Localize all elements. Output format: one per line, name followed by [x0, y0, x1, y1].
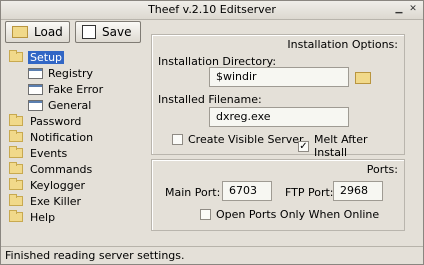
title-bar[interactable]: Theef v.2.10 Editserver ▁ ✕ [1, 1, 423, 20]
close-icon[interactable]: ✕ [407, 4, 419, 15]
folder-icon [9, 178, 23, 190]
panel-title: Ports: [366, 163, 398, 176]
tree-label: Keylogger [30, 178, 85, 192]
document-icon [28, 83, 43, 95]
folder-icon [9, 194, 23, 206]
tree-item-events[interactable]: Events [9, 145, 67, 161]
tree-item-password[interactable]: Password [9, 113, 81, 129]
tree-label: Notification [30, 130, 94, 144]
tree-item-notification[interactable]: Notification [9, 129, 93, 145]
checkbox-label: Melt After Install [313, 133, 368, 159]
tree-item-exe-killer[interactable]: Exe Killer [9, 193, 81, 209]
tree-label: Events [30, 146, 68, 160]
tree-item-registry[interactable]: Registry [28, 65, 93, 81]
folder-icon [9, 114, 23, 126]
ftp-port-field[interactable]: 2968 [333, 181, 383, 201]
tree-item-commands[interactable]: Commands [9, 161, 92, 177]
checkmark-icon: ✓ [298, 140, 309, 152]
main-port-label: Main Port: [165, 186, 221, 199]
tree-label: Commands [30, 162, 93, 176]
folder-icon [9, 210, 23, 222]
tree-label: Help [30, 210, 56, 224]
tree-label: Exe Killer [30, 194, 82, 208]
tree-item-setup[interactable]: Setup [9, 49, 65, 65]
checkbox-label: Create Visible Server [188, 133, 304, 146]
tree-label: Password [30, 114, 82, 128]
main-port-field[interactable]: 6703 [222, 181, 272, 201]
document-icon [28, 67, 43, 79]
melt-after-install-checkbox[interactable]: ✓ Melt After Install [298, 133, 404, 159]
floppy-icon [82, 25, 96, 39]
status-bar: Finished reading server settings. [1, 246, 423, 263]
document-icon [28, 99, 43, 111]
ftp-port-label: FTP Port: [285, 186, 334, 199]
folder-open-icon [12, 26, 28, 38]
save-label: Save [102, 25, 132, 39]
editserver-window: Theef v.2.10 Editserver ▁ ✕ Load Save Se… [0, 0, 424, 265]
tree-label-setup: Setup [28, 50, 65, 64]
folder-icon [9, 130, 23, 142]
folder-icon [9, 146, 23, 158]
tree-label-general: General [48, 98, 92, 112]
tree-item-fake-error[interactable]: Fake Error [28, 81, 103, 97]
panel-title: Installation Options: [287, 38, 398, 51]
checkbox-box [172, 134, 183, 145]
open-ports-online-checkbox[interactable]: Open Ports Only When Online [200, 208, 379, 221]
tree-item-general[interactable]: General [28, 97, 91, 113]
create-visible-server-checkbox[interactable]: Create Visible Server [172, 133, 304, 146]
folder-icon [9, 162, 23, 174]
installed-filename-field[interactable]: dxreg.exe [209, 107, 349, 127]
checkbox-label: Open Ports Only When Online [216, 208, 380, 221]
tree-item-help[interactable]: Help [9, 209, 55, 225]
checkbox-box [200, 209, 211, 220]
folder-icon [9, 50, 23, 62]
ports-panel: Ports: Main Port: 6703 FTP Port: 2968 Op… [151, 159, 405, 231]
tree-item-keylogger[interactable]: Keylogger [9, 177, 85, 193]
navigation-tree: Setup Registry Fake Error General Passwo… [5, 45, 141, 245]
browse-folder-icon[interactable] [355, 72, 371, 84]
save-button[interactable]: Save [75, 21, 141, 43]
tree-label-fake-error: Fake Error [48, 82, 104, 96]
installed-filename-label: Installed Filename: [158, 93, 262, 106]
load-label: Load [34, 25, 63, 39]
window-title: Theef v.2.10 Editserver [148, 3, 276, 16]
installation-directory-field[interactable]: $windir [209, 67, 349, 87]
tree-label-registry: Registry [48, 66, 94, 80]
installation-options-panel: Installation Options: Installation Direc… [151, 34, 405, 159]
load-button[interactable]: Load [5, 21, 70, 43]
minimize-icon[interactable]: ▁ [393, 4, 405, 15]
